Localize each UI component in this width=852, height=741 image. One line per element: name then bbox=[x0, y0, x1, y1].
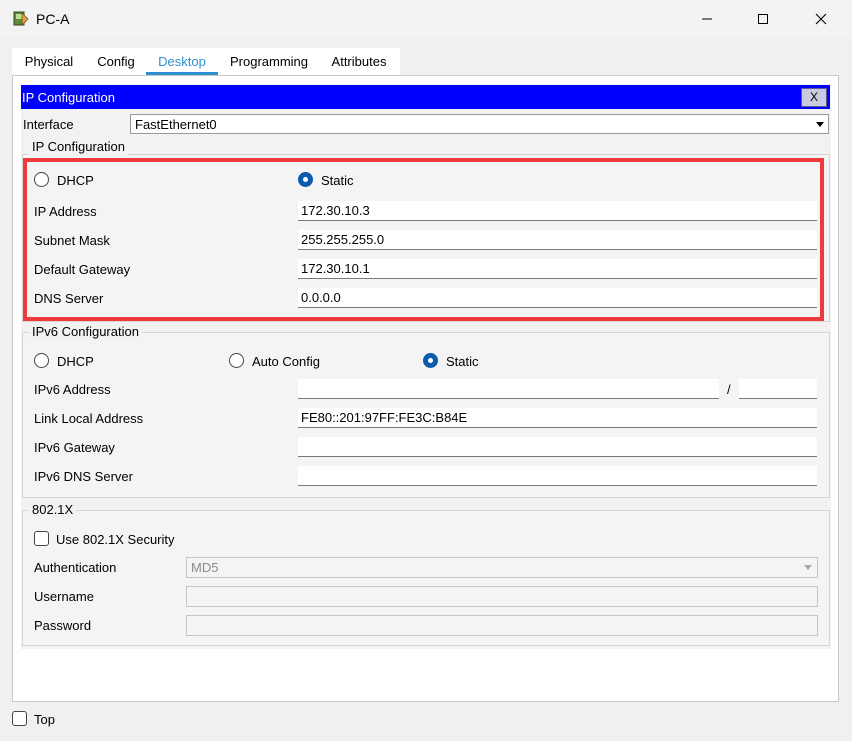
ipv6-gateway-input[interactable] bbox=[298, 437, 817, 457]
tab-config[interactable]: Config bbox=[88, 48, 144, 75]
tab-attributes[interactable]: Attributes bbox=[322, 48, 396, 75]
maximize-icon bbox=[758, 14, 768, 24]
username-label: Username bbox=[34, 589, 94, 604]
ipv6-dns-server-label: IPv6 DNS Server bbox=[34, 469, 133, 484]
tab-desktop[interactable]: Desktop bbox=[146, 48, 218, 75]
prefix-separator: / bbox=[727, 382, 731, 397]
interface-select-value: FastEthernet0 bbox=[135, 117, 217, 132]
ipv6-static-label: Static bbox=[446, 354, 479, 369]
authentication-label: Authentication bbox=[34, 560, 117, 575]
close-window-button[interactable] bbox=[792, 0, 850, 38]
link-local-address-label: Link Local Address bbox=[34, 411, 144, 426]
ipv6-dhcp-radio[interactable] bbox=[34, 353, 49, 368]
use-8021x-checkbox[interactable] bbox=[34, 531, 49, 546]
close-icon bbox=[815, 13, 827, 25]
interface-label: Interface bbox=[23, 117, 74, 132]
password-label: Password bbox=[34, 618, 92, 633]
top-checkbox[interactable] bbox=[12, 711, 27, 726]
chevron-down-icon bbox=[804, 565, 812, 570]
packet-tracer-pc-icon bbox=[12, 10, 30, 28]
window-title: PC-A bbox=[36, 11, 70, 27]
interface-select[interactable]: FastEthernet0 bbox=[130, 114, 829, 134]
close-app-button[interactable]: X bbox=[801, 88, 827, 107]
tab-programming[interactable]: Programming bbox=[222, 48, 316, 75]
ipv6-auto-config-radio[interactable] bbox=[229, 353, 244, 368]
authentication-select[interactable]: MD5 bbox=[186, 557, 818, 578]
top-label: Top bbox=[34, 712, 55, 727]
ipv6-dhcp-label: DHCP bbox=[57, 354, 94, 369]
ipv6-configuration-group-title: IPv6 Configuration bbox=[29, 324, 142, 340]
link-local-address-input[interactable]: FE80::201:97FF:FE3C:B84E bbox=[298, 408, 817, 428]
minimize-button[interactable] bbox=[678, 0, 736, 38]
minimize-icon bbox=[702, 18, 712, 20]
maximize-button[interactable] bbox=[734, 0, 792, 38]
username-input[interactable] bbox=[186, 586, 818, 607]
app-header-title: IP Configuration bbox=[22, 90, 115, 105]
authentication-select-value: MD5 bbox=[191, 560, 219, 575]
chevron-down-icon bbox=[816, 122, 824, 127]
password-input[interactable] bbox=[186, 615, 818, 636]
use-8021x-label: Use 802.1X Security bbox=[56, 532, 175, 547]
app-header-bar bbox=[21, 85, 830, 109]
highlight-box bbox=[23, 158, 824, 321]
ipv6-static-radio[interactable] bbox=[423, 353, 438, 368]
ipv6-dns-server-input[interactable] bbox=[298, 466, 817, 486]
tab-physical[interactable]: Physical bbox=[16, 48, 82, 75]
link-local-address-value: FE80::201:97FF:FE3C:B84E bbox=[301, 410, 468, 425]
dot1x-group-title: 802.1X bbox=[29, 502, 77, 518]
ip-configuration-group-title: IP Configuration bbox=[29, 139, 128, 155]
ipv6-address-input[interactable] bbox=[298, 379, 719, 399]
ipv6-prefix-input[interactable] bbox=[739, 379, 817, 399]
ipv6-gateway-label: IPv6 Gateway bbox=[34, 440, 115, 455]
ipv6-address-label: IPv6 Address bbox=[34, 382, 111, 397]
ipv6-auto-config-label: Auto Config bbox=[252, 354, 320, 369]
